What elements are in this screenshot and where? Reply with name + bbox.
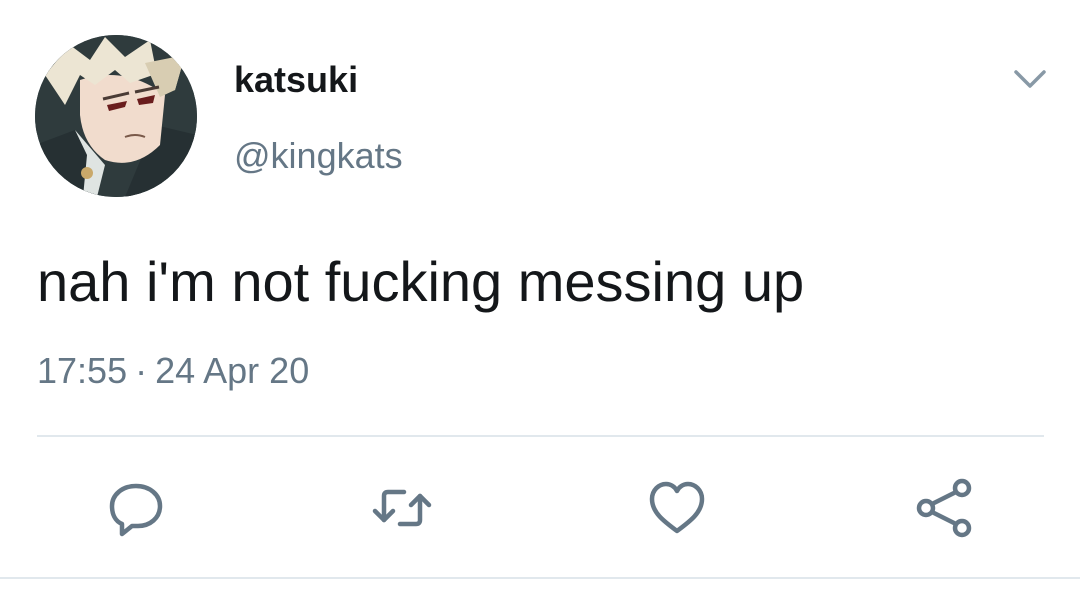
tweet-time: 17:55 (37, 350, 128, 391)
avatar-image (35, 35, 197, 197)
display-name[interactable]: katsuki (234, 58, 358, 102)
tweet-timestamp[interactable]: 17:55 · 24 Apr 20 (37, 346, 309, 396)
bottom-divider (0, 577, 1080, 579)
divider (37, 435, 1044, 437)
reply-button[interactable] (104, 476, 168, 540)
timestamp-separator: · (135, 350, 148, 391)
user-handle[interactable]: @kingkats (234, 134, 403, 178)
reply-icon (109, 483, 163, 537)
share-button[interactable] (912, 476, 976, 540)
chevron-down-icon[interactable] (1010, 64, 1050, 94)
avatar[interactable] (35, 35, 197, 197)
like-button[interactable] (645, 476, 709, 540)
retweet-icon (372, 489, 432, 527)
tweet-card: katsuki @kingkats nah i'm not fucking me… (0, 0, 1080, 597)
tweet-text: nah i'm not fucking messing up (37, 250, 805, 313)
tweet-date: 24 Apr 20 (155, 350, 310, 391)
retweet-button[interactable] (370, 476, 434, 540)
share-icon (916, 478, 972, 538)
like-icon (649, 481, 705, 534)
